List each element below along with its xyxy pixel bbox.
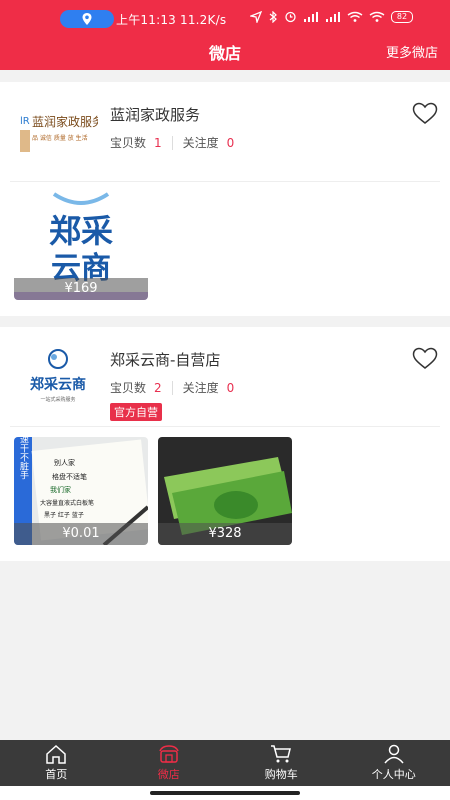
tab-label-shop: 微店 bbox=[157, 768, 180, 781]
tab-label-cart: 购物车 bbox=[264, 768, 298, 781]
tab-profile[interactable]: 个人中心 bbox=[338, 740, 450, 786]
product-price: ¥328 bbox=[158, 523, 292, 545]
wifi-icon bbox=[347, 11, 363, 22]
cart-icon bbox=[271, 745, 292, 763]
stats-divider bbox=[171, 135, 173, 150]
product-card[interactable]: ¥328 bbox=[158, 437, 292, 545]
section-divider bbox=[0, 316, 450, 327]
product-price: ¥0.01 bbox=[14, 523, 148, 545]
image-text-4: 大容量直液式白板笔 bbox=[40, 499, 94, 507]
logo-text: 郑采云商 bbox=[30, 376, 86, 393]
bottom-tab-bar: 首页 微店 购物车 个人中心 bbox=[0, 740, 450, 786]
items-label: 宝贝数 bbox=[110, 136, 147, 150]
product-card[interactable]: 郑采 云商 ¥169 bbox=[14, 192, 148, 300]
shop-icon bbox=[159, 745, 179, 763]
heart-icon[interactable] bbox=[412, 102, 438, 126]
location-icon bbox=[82, 13, 92, 25]
product-row: 郑采 云商 ¥169 bbox=[0, 182, 450, 314]
status-time-speed: 上午11:13 11.2K/s bbox=[116, 13, 227, 27]
logo-subtext: 品 诚信 质量 放 生活 bbox=[32, 134, 88, 142]
follow-count: 0 bbox=[226, 135, 235, 150]
stats-divider bbox=[171, 380, 173, 395]
shop-header[interactable]: 郑采云商 一站式采购服务 郑采云商-自营店 宝贝数 2 关注度 0 官方自营 bbox=[10, 327, 440, 427]
tab-label-home: 首页 bbox=[45, 768, 68, 781]
items-count: 2 bbox=[154, 380, 162, 395]
image-text-2: 格盘不适笔 bbox=[52, 472, 87, 481]
tab-home[interactable]: 首页 bbox=[0, 740, 113, 786]
shop-logo: 郑采云商 一站式采购服务 bbox=[18, 347, 98, 407]
shop-card[interactable]: 郑采云商 一站式采购服务 郑采云商-自营店 宝贝数 2 关注度 0 官方自营 速… bbox=[0, 327, 450, 561]
tab-shop[interactable]: 微店 bbox=[113, 740, 226, 786]
follow-label: 关注度 bbox=[182, 136, 219, 150]
more-shops-link[interactable]: 更多微店 bbox=[386, 42, 438, 61]
system-home-bar bbox=[0, 786, 450, 800]
home-indicator[interactable] bbox=[150, 791, 300, 795]
image-text-line1: 郑采 bbox=[49, 212, 113, 250]
image-text-3: 我们家 bbox=[50, 485, 71, 494]
shop-header[interactable]: lR 蓝润家政服务 品 诚信 质量 放 生活 蓝润家政服务 宝贝数 1 关注度 … bbox=[10, 82, 440, 182]
svg-text:lR: lR bbox=[20, 116, 30, 127]
shop-name: 蓝润家政服务 bbox=[110, 106, 201, 124]
navigation-icon bbox=[250, 10, 262, 23]
official-badge: 官方自营 bbox=[110, 403, 162, 421]
product-price: ¥169 bbox=[14, 278, 148, 300]
signal-icon-2 bbox=[326, 11, 340, 22]
shop-list: lR 蓝润家政服务 品 诚信 质量 放 生活 蓝润家政服务 宝贝数 1 关注度 … bbox=[0, 82, 450, 561]
logo-text: 蓝润家政服务 bbox=[32, 114, 98, 129]
image-text-1: 别人家 bbox=[54, 458, 75, 467]
bluetooth-icon bbox=[269, 10, 277, 23]
heart-icon[interactable] bbox=[412, 347, 438, 371]
user-icon bbox=[384, 744, 404, 764]
battery-indicator: 82 bbox=[391, 10, 413, 23]
signal-icon bbox=[304, 11, 318, 22]
image-side-text: 速干不脏手 bbox=[18, 437, 29, 480]
follow-label: 关注度 bbox=[182, 381, 219, 395]
product-card[interactable]: 速干不脏手 别人家 格盘不适笔 我们家 大容量直液式白板笔 黑子 红子 蓝子 ¥… bbox=[14, 437, 148, 545]
status-icons: 82 bbox=[250, 10, 413, 23]
logo-subtext: 一站式采购服务 bbox=[40, 396, 75, 403]
status-bar: 上午11:13 11.2K/s 82 bbox=[0, 8, 450, 30]
shop-name: 郑采云商-自营店 bbox=[110, 351, 221, 369]
product-row: 速干不脏手 别人家 格盘不适笔 我们家 大容量直液式白板笔 黑子 红子 蓝子 ¥… bbox=[0, 427, 450, 559]
tab-cart[interactable]: 购物车 bbox=[225, 740, 338, 786]
location-pill bbox=[60, 10, 114, 28]
shop-stats: 宝贝数 1 关注度 0 bbox=[110, 134, 234, 151]
items-count: 1 bbox=[154, 135, 162, 150]
wifi-icon-2 bbox=[369, 11, 385, 22]
page-title: 微店 bbox=[208, 44, 241, 63]
items-label: 宝贝数 bbox=[110, 381, 147, 395]
shop-logo: lR 蓝润家政服务 品 诚信 质量 放 生活 bbox=[18, 102, 98, 162]
alarm-icon bbox=[285, 11, 296, 23]
home-icon bbox=[46, 744, 66, 764]
tab-label-profile: 个人中心 bbox=[371, 768, 416, 781]
shop-card[interactable]: lR 蓝润家政服务 品 诚信 质量 放 生活 蓝润家政服务 宝贝数 1 关注度 … bbox=[0, 82, 450, 316]
shop-stats: 宝贝数 2 关注度 0 bbox=[110, 379, 234, 396]
app-header: 上午11:13 11.2K/s 82 微店 更多微店 bbox=[0, 0, 450, 70]
image-text-5: 黑子 红子 蓝子 bbox=[44, 511, 84, 519]
follow-count: 0 bbox=[226, 380, 235, 395]
